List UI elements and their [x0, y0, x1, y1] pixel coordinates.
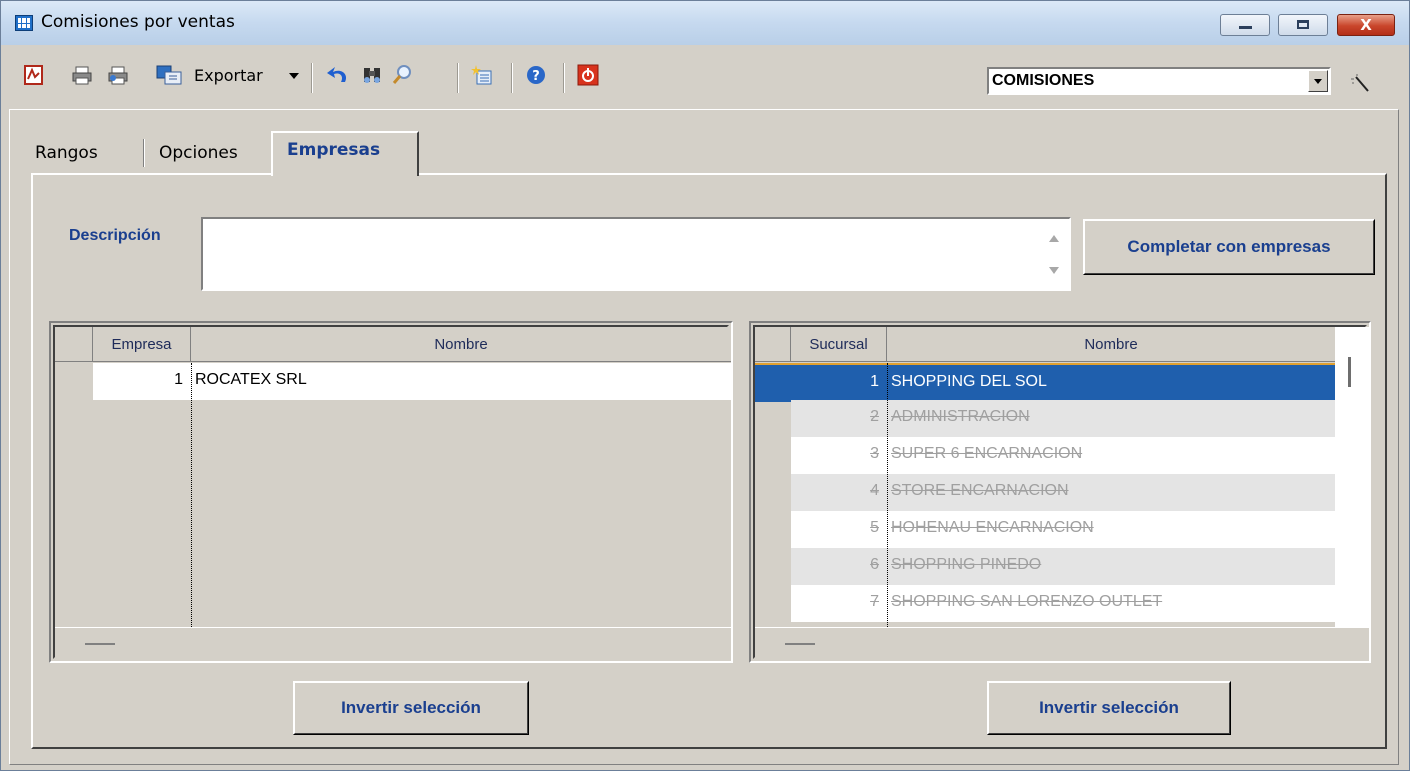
table-row[interactable]: 4 STORE ENCARNACION: [755, 474, 1335, 511]
column-divider: [191, 363, 192, 627]
cell-sucursal-name[interactable]: SHOPPING DEL SOL: [887, 365, 1335, 402]
export-icon[interactable]: [155, 64, 189, 86]
toolbar: Exportar ? COMISIONES: [1, 57, 1409, 97]
minimize-button[interactable]: [1220, 14, 1270, 36]
grid-footer-line: [755, 627, 1369, 628]
cell-sucursal-id[interactable]: 7: [791, 585, 887, 622]
toolbar-separator: [511, 63, 513, 93]
table-row[interactable]: 1 SHOPPING DEL SOL: [755, 363, 1335, 402]
pdf-icon[interactable]: [23, 64, 45, 86]
close-button[interactable]: X: [1337, 14, 1395, 36]
tab-empresas[interactable]: Empresas: [271, 131, 419, 176]
description-label: Descripción: [69, 227, 161, 244]
toolbar-separator: [311, 63, 313, 93]
footer-marker: [85, 643, 115, 645]
main-window: Comisiones por ventas X Exportar ? COMIS…: [0, 0, 1410, 771]
chevron-down-icon[interactable]: [1308, 70, 1328, 92]
column-header-sucursal[interactable]: Sucursal: [791, 327, 887, 362]
print-icon[interactable]: [71, 64, 93, 86]
wand-icon[interactable]: [1348, 73, 1370, 93]
cell-sucursal-id[interactable]: 3: [791, 437, 887, 474]
scrollbar-thumb[interactable]: [1348, 357, 1351, 387]
help-icon[interactable]: ?: [525, 64, 547, 86]
vertical-scrollbar[interactable]: [1335, 327, 1369, 627]
sucursal-name-text: SHOPPING SAN LORENZO OUTLET: [891, 593, 1163, 610]
tab-opciones[interactable]: Opciones: [159, 134, 263, 172]
table-row[interactable]: 6 SHOPPING PINEDO: [755, 548, 1335, 585]
cell-sucursal-name[interactable]: SHOPPING SAN LORENZO OUTLET: [887, 585, 1335, 622]
app-grid-icon: [15, 15, 33, 31]
cell-sucursal-name[interactable]: STORE ENCARNACION: [887, 474, 1335, 511]
maximize-icon: [1297, 20, 1309, 29]
cell-empresa-name[interactable]: ROCATEX SRL: [191, 363, 731, 400]
grid-footer-line: [55, 627, 731, 628]
report-selector[interactable]: COMISIONES: [987, 67, 1331, 95]
svg-text:?: ?: [532, 69, 540, 84]
description-field[interactable]: [201, 217, 1071, 291]
row-indicator-header: [755, 327, 791, 362]
undo-icon[interactable]: [325, 64, 351, 86]
sucursal-name-text: HOHENAU ENCARNACION: [891, 519, 1094, 536]
invert-selection-empresas-button[interactable]: Invertir selección: [293, 681, 529, 735]
cell-sucursal-id[interactable]: 6: [791, 548, 887, 585]
table-row[interactable]: 1 ROCATEX SRL: [55, 363, 731, 400]
scroll-down-icon[interactable]: [1049, 267, 1059, 274]
footer-marker: [785, 643, 815, 645]
empresas-grid-body: Empresa Nombre 1 ROCATEX SRL: [53, 325, 731, 659]
invert-selection-sucursales-button[interactable]: Invertir selección: [987, 681, 1231, 735]
table-row[interactable]: 5 HOHENAU ENCARNACION: [755, 511, 1335, 548]
cell-sucursal-id[interactable]: 2: [791, 400, 887, 437]
row-indicator-header: [55, 327, 93, 362]
sucursal-name-text: STORE ENCARNACION: [891, 482, 1069, 499]
tab-rangos[interactable]: Rangos: [35, 134, 139, 172]
cell-sucursal-name[interactable]: SUPER 6 ENCARNACION: [887, 437, 1335, 474]
zoom-icon[interactable]: [391, 64, 413, 86]
sucursal-name-text: SUPER 6 ENCARNACION: [891, 445, 1083, 462]
window-title: Comisiones por ventas: [41, 12, 235, 32]
cell-empresa-id[interactable]: 1: [93, 363, 191, 400]
cell-sucursal-id[interactable]: 1: [755, 365, 887, 402]
toolbar-separator: [563, 63, 565, 93]
sucursal-name-text: ADMINISTRACION: [891, 408, 1030, 425]
find-icon[interactable]: [361, 64, 383, 86]
report-selector-value: COMISIONES: [992, 72, 1095, 89]
cell-sucursal-id[interactable]: 5: [791, 511, 887, 548]
table-row[interactable]: 3 SUPER 6 ENCARNACION: [755, 437, 1335, 474]
complete-with-companies-button[interactable]: Completar con empresas: [1083, 219, 1375, 275]
new-icon[interactable]: [471, 64, 493, 86]
column-header-nombre[interactable]: Nombre: [191, 327, 731, 362]
column-divider: [887, 363, 888, 627]
export-menu-label[interactable]: Exportar: [194, 66, 263, 85]
cell-sucursal-name[interactable]: HOHENAU ENCARNACION: [887, 511, 1335, 548]
toolbar-separator: [457, 63, 459, 93]
close-icon: X: [1360, 16, 1372, 34]
title-bar: Comisiones por ventas X: [1, 1, 1409, 45]
tab-separator: [143, 139, 145, 167]
cell-sucursal-name[interactable]: ADMINISTRACION: [887, 400, 1335, 437]
empresas-grid: Empresa Nombre 1 ROCATEX SRL: [49, 321, 733, 663]
column-header-nombre[interactable]: Nombre: [887, 327, 1335, 362]
column-header-empresa[interactable]: Empresa: [93, 327, 191, 362]
table-row[interactable]: 2 ADMINISTRACION: [755, 400, 1335, 437]
exit-icon[interactable]: [577, 64, 599, 86]
cell-sucursal-name[interactable]: SHOPPING PINEDO: [887, 548, 1335, 585]
maximize-button[interactable]: [1278, 14, 1328, 36]
minimize-icon: [1239, 26, 1252, 29]
sucursal-name-text: SHOPPING PINEDO: [891, 556, 1042, 573]
sucursal-name-text: SHOPPING DEL SOL: [891, 373, 1047, 390]
sucursales-grid-body: Sucursal Nombre 1 SHOPPING DEL SOL 2 ADMINI…: [753, 325, 1369, 659]
description-scrollbar[interactable]: [1043, 223, 1063, 283]
cell-sucursal-id[interactable]: 4: [791, 474, 887, 511]
table-row[interactable]: 7 SHOPPING SAN LORENZO OUTLET: [755, 585, 1335, 622]
export-dropdown-icon[interactable]: [289, 73, 299, 79]
scroll-up-icon[interactable]: [1049, 235, 1059, 242]
print-preview-icon[interactable]: [107, 64, 129, 86]
sucursales-grid: Sucursal Nombre 1 SHOPPING DEL SOL 2 ADMINI…: [749, 321, 1371, 663]
